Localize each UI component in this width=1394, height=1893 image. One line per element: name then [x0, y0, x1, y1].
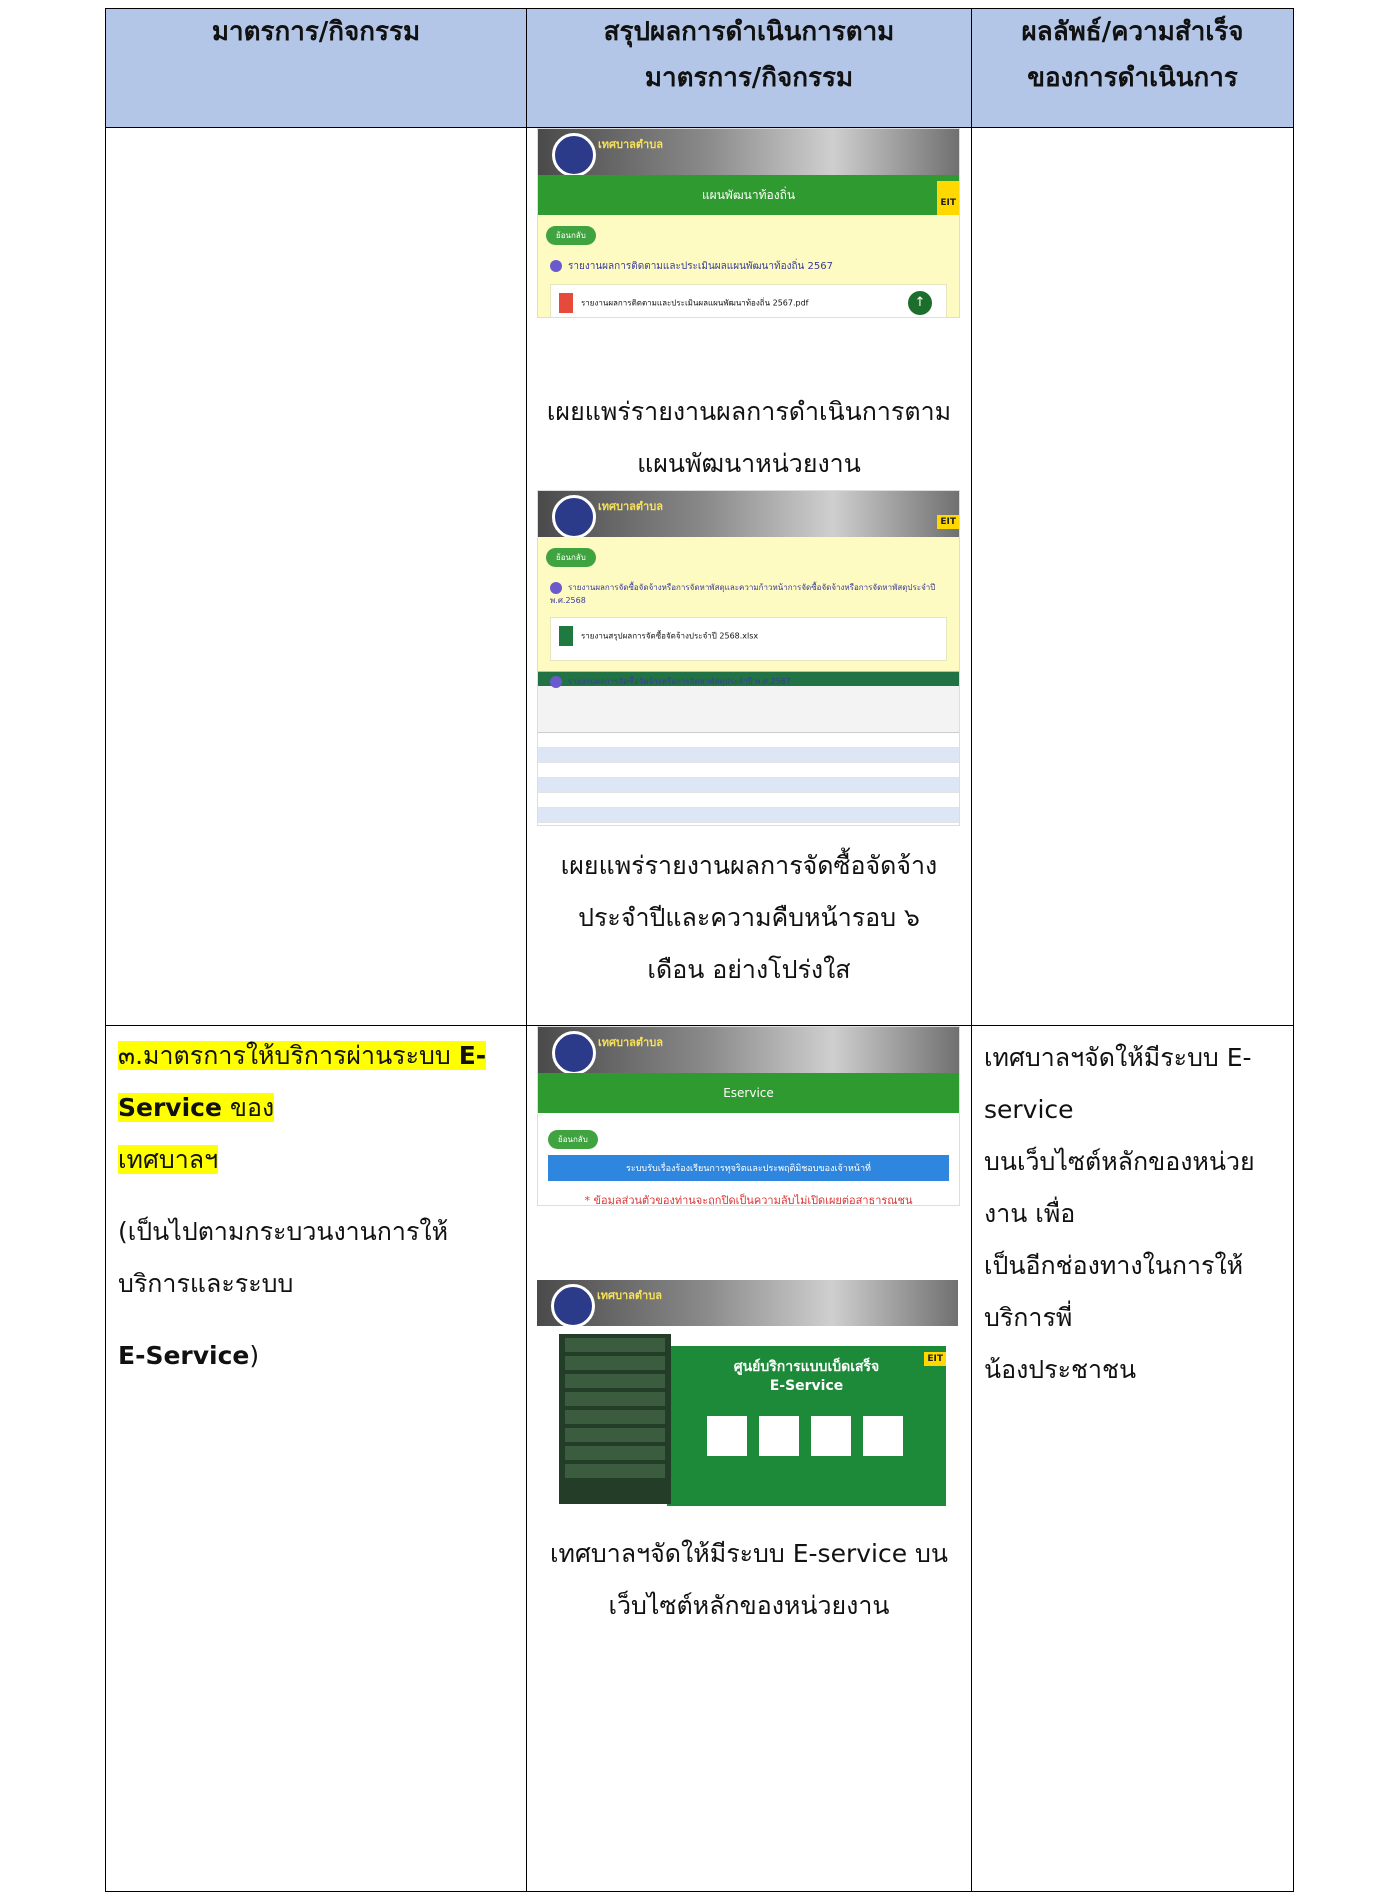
- measure-heading: ๓.มาตรการให้บริการผ่านระบบ E-Service ของ: [118, 1041, 487, 1122]
- screenshot-eservice-hub: เทศบาลตำบล ศูนย์บริการแบบเบ็ดเสร็จ E-Ser…: [537, 1280, 958, 1520]
- bullet-icon: [550, 260, 562, 272]
- caption-eservice: เทศบาลฯจัดให้มีระบบ E-service บน เว็บไซต…: [527, 1528, 971, 1632]
- attachment[interactable]: รายงานผลการติดตามและประเมินผลแผนพัฒนาท้อ…: [550, 284, 947, 317]
- header-result: ผลลัพธ์/ความสำเร็จ ของการดำเนินการ: [971, 8, 1294, 128]
- eit-badge: EIT: [937, 515, 959, 529]
- back-button[interactable]: ย้อนกลับ: [546, 548, 596, 567]
- section-bar: Eservice: [538, 1073, 959, 1113]
- screenshot-eservice-form: เทศบาลตำบล Eservice ย้อนกลับ ระบบรับเรื่…: [537, 1026, 960, 1206]
- post-title-text: รายงานผลการติดตามและประเมินผลแผนพัฒนาท้อ…: [568, 261, 833, 272]
- header-measure: มาตรการ/กิจกรรม: [105, 8, 527, 128]
- scroll-up-icon[interactable]: ↑: [908, 291, 932, 315]
- caption-eservice-line2: เว็บไซต์หลักของหน่วยงาน: [608, 1591, 890, 1620]
- caption-procurement-line2: ประจำปีและความคืบหน้ารอบ ๖: [578, 903, 920, 932]
- caption-procurement: เผยแพร่รายงานผลการจัดซื้อจัดจ้าง ประจำปี…: [527, 840, 971, 996]
- row2-result-cell: เทศบาลฯจัดให้มีระบบ E-service บนเว็บไซต์…: [971, 1025, 1294, 1892]
- caption-plan-line2: แผนพัฒนาหน่วยงาน: [637, 449, 861, 478]
- header-measure-text: มาตรการ/กิจกรรม: [211, 17, 421, 47]
- caption-plan-line1: เผยแพร่รายงานผลการดำเนินการตาม: [546, 397, 952, 426]
- post-title-text: รายงานผลการจัดซื้อจัดจ้างหรือการจัดหาพัส…: [550, 583, 936, 605]
- back-button[interactable]: ย้อนกลับ: [546, 226, 596, 245]
- measure-heading-line2: เทศบาลฯ: [118, 1145, 219, 1174]
- spreadsheet-preview: [538, 671, 959, 825]
- table-row: ๓.มาตรการให้บริการผ่านระบบ E-Service ของ…: [105, 1025, 1294, 1892]
- banner-title: เทศบาลตำบล: [598, 500, 663, 513]
- measure-heading-part1: ๓.มาตรการให้บริการผ่านระบบ: [118, 1041, 459, 1070]
- report-table: มาตรการ/กิจกรรม สรุปผลการดำเนินการตาม มา…: [105, 8, 1294, 1892]
- row1-result-cell: [971, 127, 1294, 1026]
- content-panel: ย้อนกลับ รายงานผลการจัดซื้อจัดจ้างหรือกา…: [538, 537, 959, 688]
- hub-title-line1: ศูนย์บริการแบบเบ็ดเสร็จ: [733, 1359, 880, 1375]
- section-bar-title: Eservice: [723, 1086, 774, 1100]
- service-card[interactable]: [759, 1416, 799, 1456]
- municipality-logo: [552, 495, 596, 539]
- row2-measure-cell: ๓.มาตรการให้บริการผ่านระบบ E-Service ของ…: [105, 1025, 527, 1892]
- table-row: เทศบาลตำบล แผนพัฒนาท้องถิ่น EIT ย้อนกลับ…: [105, 127, 1294, 1026]
- banner-title: เทศบาลตำบล: [598, 138, 663, 151]
- post-title-2-text: รายงานผลการจัดซื้อจัดจ้างหรือการจัดหาพัส…: [568, 677, 791, 686]
- measure-note: (เป็นไปตามกระบวนงานการให้บริการและระบบ: [118, 1206, 514, 1310]
- caption-procurement-line1: เผยแพร่รายงานผลการจัดซื้อจัดจ้าง: [560, 851, 938, 880]
- section-bar-title: แผนพัฒนาท้องถิ่น: [701, 188, 796, 202]
- side-menu: [559, 1334, 671, 1504]
- service-card[interactable]: [811, 1416, 851, 1456]
- banner-title: เทศบาลตำบล: [598, 1036, 663, 1049]
- service-card[interactable]: [707, 1416, 747, 1456]
- section-bar: แผนพัฒนาท้องถิ่น EIT: [538, 175, 959, 225]
- back-button[interactable]: ย้อนกลับ: [548, 1130, 598, 1149]
- complaint-form: ย้อนกลับ ระบบรับเรื่องร้องเรียนการทุจริต…: [538, 1113, 959, 1206]
- caption-eservice-line1: เทศบาลฯจัดให้มีระบบ E-service บน: [549, 1539, 949, 1568]
- municipality-logo: [552, 133, 596, 177]
- row1-measure-cell: [105, 127, 527, 1026]
- result-line4: น้องประชาชน: [984, 1355, 1137, 1384]
- result-text: เทศบาลฯจัดให้มีระบบ E-service บนเว็บไซต์…: [972, 1026, 1293, 1404]
- eit-badge: EIT: [924, 1352, 946, 1366]
- post-title-2: รายงานผลการจัดซื้อจัดจ้างหรือการจัดหาพัส…: [550, 675, 951, 688]
- attachment-label: รายงานสรุปผลการจัดซื้อจัดจ้างประจำปี 256…: [581, 631, 759, 641]
- header-summary: สรุปผลการดำเนินการตาม มาตรการ/กิจกรรม: [526, 8, 972, 128]
- result-line3: เป็นอีกช่องทางในการให้บริการพี่: [984, 1251, 1244, 1332]
- site-banner: เทศบาลตำบล EIT: [538, 491, 959, 539]
- measure-heading-part2: ของ: [221, 1093, 275, 1122]
- result-line2: บนเว็บไซต์หลักของหน่วยงาน เพื่อ: [984, 1147, 1255, 1228]
- header-row: มาตรการ/กิจกรรม สรุปผลการดำเนินการตาม มา…: [105, 8, 1294, 128]
- caption-procurement-line3: เดือน อย่างโปร่งใส: [647, 955, 851, 984]
- municipality-logo: [551, 1284, 595, 1328]
- site-banner: เทศบาลตำบล: [537, 1280, 958, 1328]
- measure-note-line1: (เป็นไปตามกระบวนงานการให้บริการและระบบ: [118, 1217, 449, 1298]
- site-banner: เทศบาลตำบล: [538, 129, 959, 177]
- attachment[interactable]: รายงานสรุปผลการจัดซื้อจัดจ้างประจำปี 256…: [550, 617, 947, 661]
- header-result-line2: ของการดำเนินการ: [1027, 63, 1238, 93]
- screenshot-procurement: เทศบาลตำบล EIT ย้อนกลับ รายงานผลการจัดซื…: [537, 490, 960, 826]
- result-line1: เทศบาลฯจัดให้มีระบบ E-service: [984, 1043, 1252, 1124]
- measure-text: ๓.มาตรการให้บริการผ่านระบบ E-Service ของ…: [106, 1026, 526, 1390]
- banner-title: เทศบาลตำบล: [597, 1289, 662, 1302]
- pdf-icon: [559, 293, 573, 313]
- eservice-hub-banner: ศูนย์บริการแบบเบ็ดเสร็จ E-Service EIT: [667, 1346, 946, 1506]
- bullet-icon: [550, 581, 562, 594]
- post-title: รายงานผลการติดตามและประเมินผลแผนพัฒนาท้อ…: [550, 259, 951, 274]
- measure-note-bold: E-Service: [118, 1341, 250, 1370]
- municipality-logo: [552, 1031, 596, 1075]
- header-summary-line2: มาตรการ/กิจกรรม: [644, 63, 854, 93]
- excel-icon: [559, 626, 573, 646]
- header-result-line1: ผลลัพธ์/ความสำเร็จ: [1021, 17, 1244, 47]
- screenshot-development-plan: เทศบาลตำบล แผนพัฒนาท้องถิ่น EIT ย้อนกลับ…: [537, 128, 960, 318]
- row1-summary-cell: เทศบาลตำบล แผนพัฒนาท้องถิ่น EIT ย้อนกลับ…: [526, 127, 972, 1026]
- form-title-bar: ระบบรับเรื่องร้องเรียนการทุจริตและประพฤต…: [548, 1155, 949, 1181]
- hub-title-line2: E-Service: [769, 1378, 844, 1394]
- bullet-icon: [550, 675, 562, 688]
- content-panel: ย้อนกลับ รายงานผลการติดตามและประเมินผลแผ…: [538, 215, 959, 317]
- header-summary-line1: สรุปผลการดำเนินการตาม: [603, 17, 895, 47]
- post-title: รายงานผลการจัดซื้อจัดจ้างหรือการจัดหาพัส…: [550, 581, 951, 607]
- privacy-note: * ข้อมูลส่วนตัวของท่านจะถูกปิดเป็นความลั…: [584, 1194, 913, 1206]
- attachment-label: รายงานผลการติดตามและประเมินผลแผนพัฒนาท้อ…: [581, 298, 809, 308]
- measure-note-end: ): [249, 1341, 260, 1370]
- service-card[interactable]: [863, 1416, 903, 1456]
- hub-title: ศูนย์บริการแบบเบ็ดเสร็จ E-Service: [667, 1346, 946, 1394]
- caption-plan: เผยแพร่รายงานผลการดำเนินการตาม แผนพัฒนาห…: [527, 386, 971, 490]
- row2-summary-cell: เทศบาลตำบล Eservice ย้อนกลับ ระบบรับเรื่…: [526, 1025, 972, 1892]
- site-banner: เทศบาลตำบล: [538, 1027, 959, 1075]
